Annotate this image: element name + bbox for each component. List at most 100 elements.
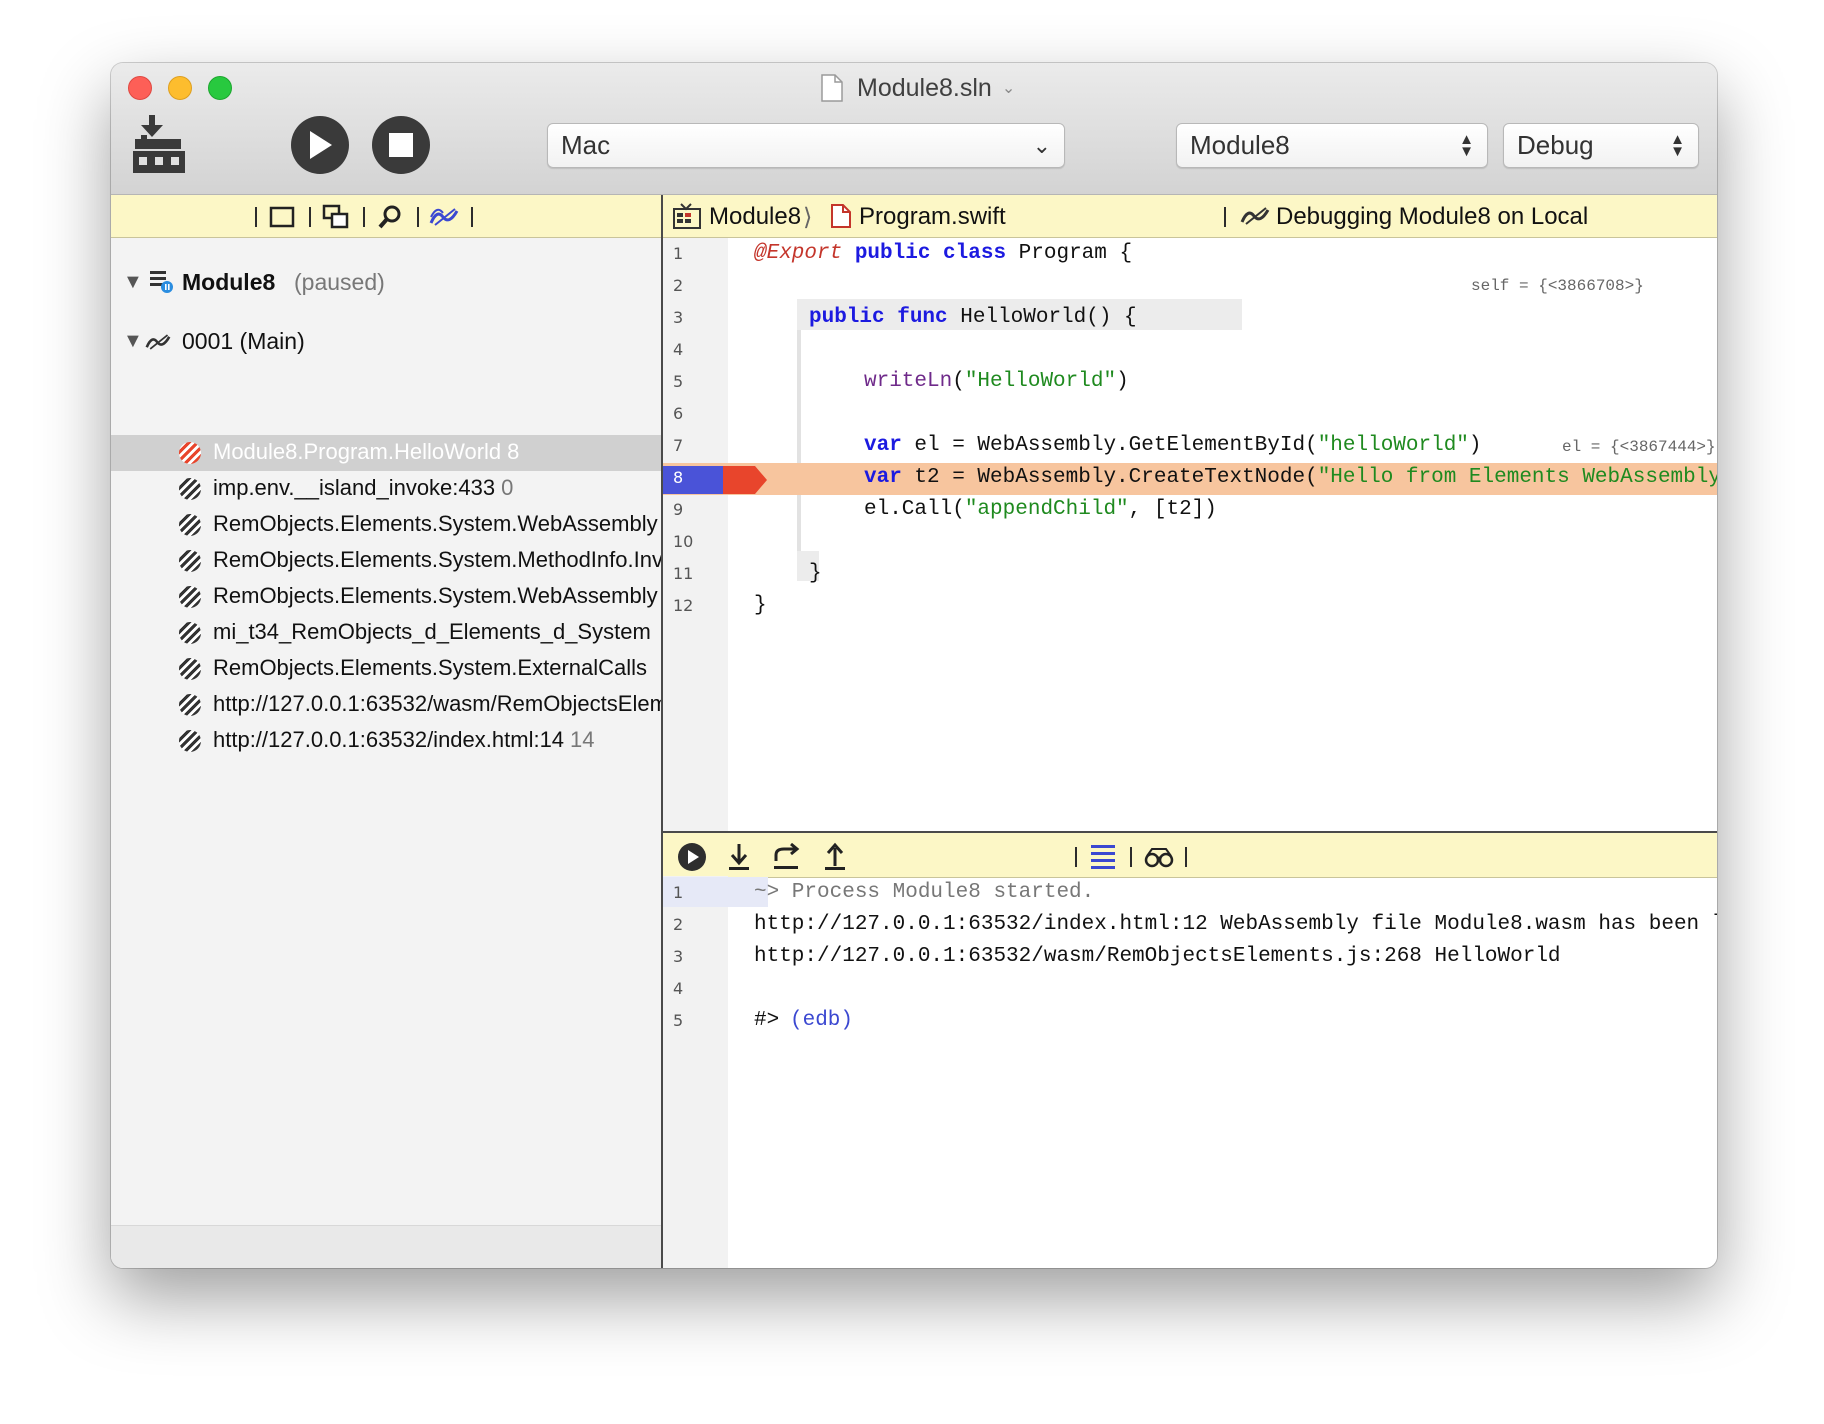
current-execution-line[interactable]: 8 var t2 = WebAssembly.CreateTextNode("H…: [663, 463, 1717, 495]
stack-frame-row[interactable]: RemObjects.Elements.System.MethodInfo.In…: [111, 543, 661, 579]
stack-frame-label: RemObjects.Elements.System.WebAssembly: [213, 583, 661, 609]
stack-frame-row[interactable]: RemObjects.Elements.System.WebAssembly: [111, 579, 661, 615]
stack-frame-icon: [179, 514, 201, 536]
stack-frame-row[interactable]: http://127.0.0.1:63532/wasm/RemObjectsEl…: [111, 687, 661, 723]
step-into-icon[interactable]: [723, 841, 755, 873]
console-list-icon[interactable]: [1087, 841, 1119, 873]
line-number: 12: [673, 596, 694, 615]
console-prompt: #>: [754, 1009, 780, 1032]
project-popup[interactable]: Module8 ▲ ▼: [1176, 123, 1488, 168]
stack-frame-icon: [179, 622, 201, 644]
toolbar-separator: [255, 207, 257, 227]
debug-status-text: Debugging Module8 on Local: [1276, 203, 1589, 230]
navigator-single-view-icon[interactable]: [267, 203, 297, 231]
code-string: "HelloWorld": [964, 370, 1117, 393]
stack-frame-label: http://127.0.0.1:63532/index.html:14 14: [213, 727, 595, 753]
code-function: writeLn: [864, 370, 953, 393]
close-window-button[interactable]: [128, 76, 152, 100]
chevron-down-icon: ⌄: [1032, 132, 1051, 158]
breadcrumb-file[interactable]: Program.swift: [859, 203, 1006, 231]
debug-threads-icon[interactable]: [429, 203, 459, 231]
disclosure-triangle-icon[interactable]: ▼: [123, 271, 143, 294]
line-number: 5: [673, 1011, 684, 1030]
code-plain: el.Call(: [864, 498, 965, 521]
code-text: }: [809, 562, 822, 585]
stack-frame-label: mi_t34_RemObjects_d_Elements_d_System: [213, 619, 657, 645]
stack-frame-row[interactable]: imp.env.__island_invoke:433 0: [111, 471, 661, 507]
code-text: var t2 = WebAssembly.CreateTextNode("Hel…: [864, 466, 1717, 489]
configuration-popup-label: Debug: [1517, 130, 1594, 160]
code-line[interactable]: 9 el.Call("appendChild", [t2]): [663, 495, 1717, 527]
code-line[interactable]: 2 self = {<3866708>}: [663, 271, 1717, 303]
debug-navigator: ▼ Module8 (paused) ▼ 0001 (Main) Module8…: [111, 195, 663, 1268]
toolbar-separator: [1130, 847, 1132, 867]
code-line[interactable]: 3 public func HelloWorld() {: [663, 303, 1717, 335]
process-icon: [150, 271, 173, 293]
line-number: 3: [673, 947, 684, 966]
code-text: @Export public class Program {: [754, 242, 1132, 265]
line-number: 8: [673, 468, 684, 487]
navigator-multi-view-icon[interactable]: [321, 203, 351, 231]
disclosure-triangle-icon[interactable]: ▼: [123, 330, 143, 353]
stack-frame-row[interactable]: Module8.Program.HelloWorld 8: [111, 435, 661, 471]
code-text: public func HelloWorld() {: [809, 306, 1137, 329]
code-line[interactable]: 7 var el = WebAssembly.GetElementById("h…: [663, 431, 1717, 463]
code-plain: t2 = WebAssembly.CreateTextNode(: [901, 466, 1318, 489]
stack-frame-icon: [179, 550, 201, 572]
stack-frame-row[interactable]: http://127.0.0.1:63532/index.html:14 14: [111, 723, 661, 759]
stack-frame-name: imp.env.__island_invoke:433: [213, 475, 496, 500]
step-out-icon[interactable]: [819, 841, 851, 873]
continue-icon[interactable]: [676, 841, 708, 873]
code-plain: ): [1116, 370, 1129, 393]
code-keyword: var: [864, 466, 902, 489]
run-button[interactable]: [291, 116, 349, 174]
platform-popup[interactable]: Mac ⌄: [547, 123, 1065, 168]
configuration-popup[interactable]: Debug ▲ ▼: [1503, 123, 1699, 168]
line-number: 4: [673, 979, 684, 998]
debug-toolbar: [663, 831, 1717, 878]
build-icon[interactable]: [131, 115, 187, 175]
console-line: 3 http://127.0.0.1:63532/wasm/RemObjects…: [663, 942, 1717, 974]
stack-frame-icon: [179, 478, 201, 500]
watch-glasses-icon[interactable]: [1143, 841, 1175, 873]
thread-row[interactable]: ▼ 0001 (Main): [111, 323, 661, 359]
code-plain: ): [1468, 434, 1482, 457]
line-number: 6: [673, 404, 684, 423]
code-text: var el = WebAssembly.GetElementById("hel…: [864, 434, 1482, 457]
process-row[interactable]: ▼ Module8 (paused): [111, 264, 661, 300]
code-line[interactable]: 1 @Export public class Program {: [663, 239, 1717, 271]
process-name: Module8: [182, 268, 276, 295]
stack-frame-icon: [179, 730, 201, 752]
console-input-line[interactable]: 5 #> (edb): [663, 1006, 1717, 1038]
code-keyword: public class: [854, 242, 1007, 265]
console-command[interactable]: (edb): [790, 1009, 853, 1032]
step-over-icon[interactable]: [771, 841, 803, 873]
stack-frame-label: RemObjects.Elements.System.MethodInfo.In…: [213, 547, 661, 573]
stack-frame-icon: [179, 658, 201, 680]
search-icon[interactable]: [375, 203, 405, 231]
code-line[interactable]: 10: [663, 527, 1717, 559]
code-line[interactable]: 11 }: [663, 559, 1717, 591]
debug-value-hint: self = {<3866708>}: [1471, 277, 1644, 295]
stack-frame-name: http://127.0.0.1:63532/wasm/RemObjectsEl…: [213, 691, 661, 716]
line-number: 1: [673, 244, 684, 263]
code-text: }: [754, 594, 767, 617]
code-line[interactable]: 12 }: [663, 591, 1717, 623]
zoom-window-button[interactable]: [208, 76, 232, 100]
stack-frame-label: RemObjects.Elements.System.ExternalCalls: [213, 655, 653, 681]
stack-frame-row[interactable]: RemObjects.Elements.System.ExternalCalls: [111, 651, 661, 687]
stack-frame-label: Module8.Program.HelloWorld 8: [213, 439, 519, 465]
console-line: 2 http://127.0.0.1:63532/index.html:12 W…: [663, 910, 1717, 942]
code-line[interactable]: 6: [663, 399, 1717, 431]
code-line[interactable]: 4: [663, 335, 1717, 367]
stack-frame-name: RemObjects.Elements.System.MethodInfo.In…: [213, 547, 661, 572]
stack-frame-name: http://127.0.0.1:63532/index.html:14: [213, 727, 565, 752]
debug-console: 1 ~> Process Module8 started. 2 http://1…: [663, 831, 1717, 1268]
breadcrumb-project[interactable]: Module8: [709, 203, 801, 231]
stack-frame-row[interactable]: RemObjects.Elements.System.WebAssembly: [111, 507, 661, 543]
minimize-window-button[interactable]: [168, 76, 192, 100]
code-line[interactable]: 5 writeLn("HelloWorld"): [663, 367, 1717, 399]
window-title[interactable]: Module8.sln ⌄: [821, 70, 1015, 106]
stack-frame-row[interactable]: mi_t34_RemObjects_d_Elements_d_System: [111, 615, 661, 651]
stop-button[interactable]: [372, 116, 430, 174]
